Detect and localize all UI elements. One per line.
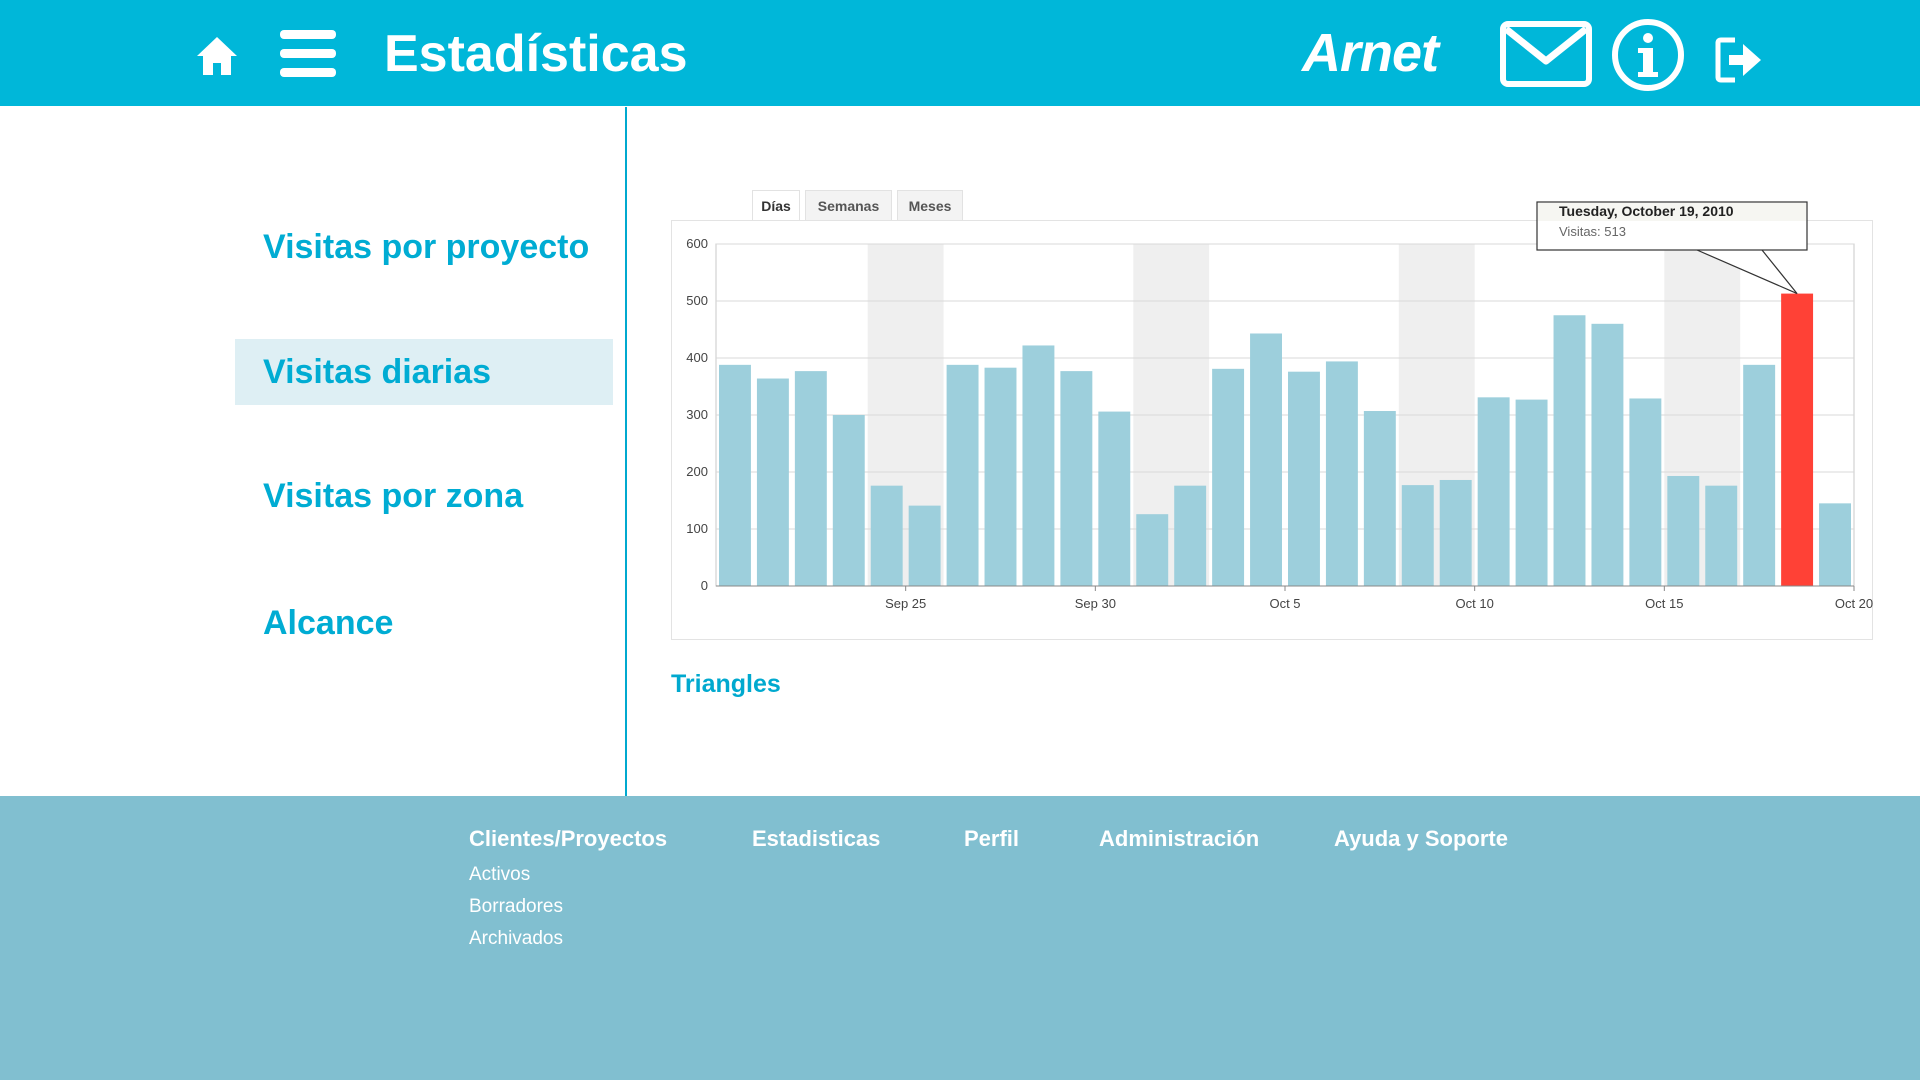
bar[interactable] [1439,479,1472,586]
y-tick-label: 200 [686,464,708,479]
bar[interactable] [1401,485,1434,586]
y-tick-label: 400 [686,350,708,365]
sidebar-item-visitas-por-zona[interactable]: Visitas por zona [235,463,613,529]
footer-heading-perfil[interactable]: Perfil [964,826,1019,852]
y-tick-label: 0 [701,578,708,593]
bar[interactable] [756,378,789,586]
home-icon[interactable] [195,34,239,78]
x-tick-label: Oct 20 [1835,596,1873,611]
bar[interactable] [908,505,941,586]
bar[interactable] [1136,514,1169,586]
y-tick-label: 500 [686,293,708,308]
bar[interactable] [1022,345,1055,586]
bar[interactable] [1288,371,1320,586]
bar[interactable] [1553,315,1586,586]
x-tick-label: Sep 30 [1075,596,1116,611]
tab-meses[interactable]: Meses [897,190,963,220]
bar[interactable] [1819,503,1851,586]
footer-heading-clientes-proyectos[interactable]: Clientes/Proyectos [469,826,667,852]
daily-visits-chart: 0 100 200 300 400 500 600 Sep 25 Sep 30 Oct 5 Oct … [671,201,1873,640]
bar[interactable] [794,371,827,586]
footer-heading-administracion[interactable]: Administración [1099,826,1259,852]
bar[interactable] [1629,398,1662,586]
tooltip-value: Visitas: 513 [1559,224,1626,239]
sidebar-item-visitas-por-proyecto[interactable]: Visitas por proyecto [235,214,613,280]
x-tick-label: Oct 15 [1645,596,1683,611]
top-bar: Estadísticas Arnet [0,0,1920,106]
footer [0,796,1920,1080]
y-tick-label: 600 [686,236,708,251]
bar[interactable] [1363,411,1396,586]
footer-heading-ayuda-soporte[interactable]: Ayuda y Soporte [1334,826,1508,852]
bar[interactable] [1060,371,1093,586]
bar[interactable] [1250,333,1282,586]
info-icon[interactable] [1611,18,1685,92]
tab-semanas[interactable]: Semanas [805,190,892,220]
tab-dias[interactable]: Días [752,190,800,220]
footer-heading-estadisticas[interactable]: Estadisticas [752,826,880,852]
bar[interactable] [719,364,751,586]
mail-icon[interactable] [1500,21,1592,87]
bar[interactable] [1705,485,1738,586]
sidebar-divider [625,107,627,796]
chart-caption: Triangles [671,670,781,698]
bar[interactable] [832,415,865,586]
bar[interactable] [1477,397,1510,586]
bar[interactable] [1212,368,1245,586]
logout-icon[interactable] [1715,34,1765,86]
page-title: Estadísticas [384,25,688,83]
brand-logo: Arnet [1302,23,1439,83]
sidebar-item-visitas-diarias[interactable]: Visitas diarias [235,339,613,405]
bar[interactable] [1667,475,1700,586]
footer-link-borradores[interactable]: Borradores [469,896,563,918]
bar[interactable] [946,364,979,586]
bar[interactable] [1591,323,1624,586]
y-tick-label: 300 [686,407,708,422]
x-tick-label: Oct 5 [1269,596,1300,611]
x-tick-label: Sep 25 [885,596,926,611]
bar[interactable] [1098,411,1131,586]
bar[interactable] [1325,361,1358,586]
chart-svg: 0 100 200 300 400 500 600 Sep 25 Sep 30 Oct 5 Oct … [686,201,1873,611]
bar[interactable] [1781,293,1814,586]
bar[interactable] [984,367,1017,586]
x-tick-label: Oct 10 [1456,596,1494,611]
tooltip-date: Tuesday, October 19, 2010 [1559,203,1734,219]
bar[interactable] [870,485,903,586]
footer-link-activos[interactable]: Activos [469,864,530,886]
bar[interactable] [1515,399,1548,586]
footer-link-archivados[interactable]: Archivados [469,928,563,950]
sidebar-item-alcance[interactable]: Alcance [235,590,613,656]
hamburger-menu-icon[interactable] [280,30,336,78]
bar[interactable] [1743,364,1776,586]
bar[interactable] [1174,485,1207,586]
y-tick-label: 100 [686,521,708,536]
